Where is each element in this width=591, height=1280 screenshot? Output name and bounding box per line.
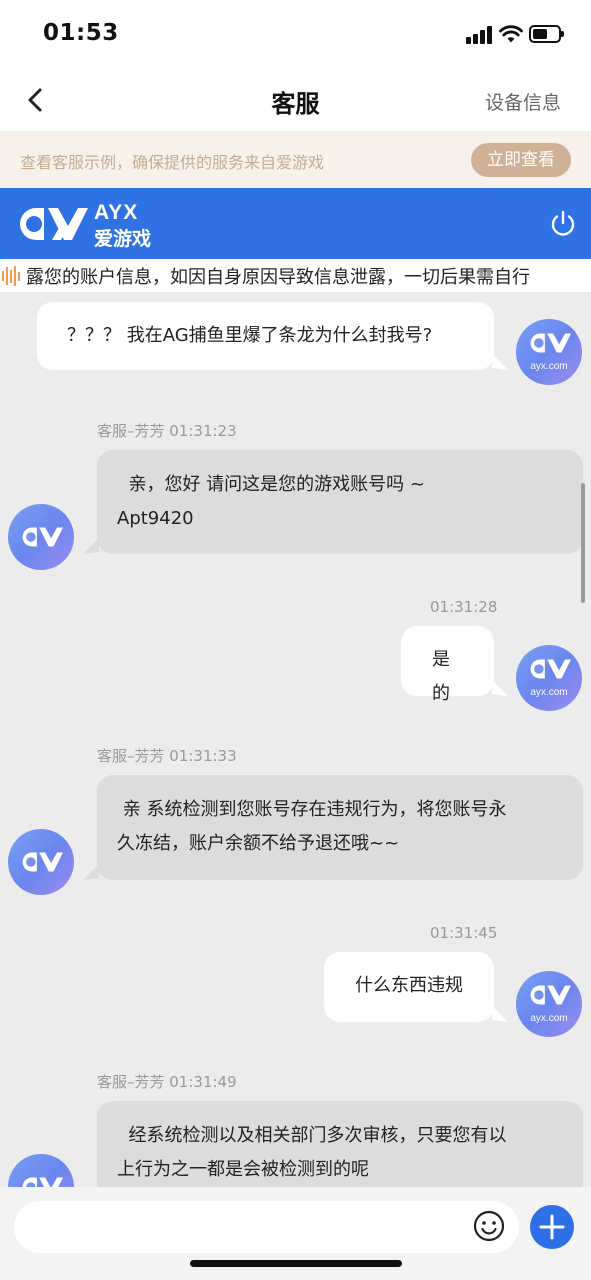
message-input[interactable] <box>14 1201 519 1253</box>
message-text: 什么东西违规 <box>355 975 463 996</box>
user-message-bubble: 是的 <box>401 626 494 704</box>
power-icon[interactable] <box>549 210 577 238</box>
ayx-logo-icon <box>530 985 571 1005</box>
brand-name-cn: 爱游戏 <box>94 228 152 250</box>
ayx-logo-icon <box>22 527 63 547</box>
ayx-logo-icon <box>20 208 88 240</box>
status-bar: 01:53 <box>0 0 591 70</box>
agent-meta: 客服–芳芳 01:31:23 <box>97 422 237 440</box>
agent-avatar[interactable] <box>8 504 74 570</box>
agent-meta: 客服–芳芳 01:31:49 <box>97 1073 237 1091</box>
notice-bar: 查看客服示例，确保提供的服务来自爱游戏 立即查看 <box>0 131 591 188</box>
bubble-tail <box>492 680 508 696</box>
battery-icon <box>529 25 564 43</box>
bubble-tail <box>83 538 99 554</box>
agent-message-bubble: 亲，您好 请问这是您的游戏账号吗 ~ Apt9420 <box>97 450 583 554</box>
wifi-icon <box>499 25 523 43</box>
cellular-signal-icon <box>466 26 494 44</box>
message-text: 经系统检测以及相关部门多次审核，只要您有以 上行为之一都是会被检测到的呢 <box>117 1125 507 1180</box>
message-text: 亲 系统检测到您账号存在违规行为，将您账号永 久冻结，账户余额不给予退还哦~~ <box>117 799 507 854</box>
ayx-logo-icon <box>22 852 63 872</box>
agent-message-bubble: 亲 系统检测到您账号存在违规行为，将您账号永 久冻结，账户余额不给予退还哦~~ <box>97 775 583 880</box>
bubble-tail <box>492 1006 508 1022</box>
user-message-bubble: ？？？ 我在AG捕鱼里爆了条龙为什么封我号? <box>37 302 494 370</box>
plus-icon <box>539 1214 565 1240</box>
user-avatar[interactable]: ayx.com <box>516 319 582 385</box>
ayx-logo-icon <box>22 1177 63 1187</box>
agent-message-bubble: 经系统检测以及相关部门多次审核，只要您有以 上行为之一都是会被检测到的呢 <box>97 1101 583 1187</box>
ayx-logo-icon <box>530 333 571 353</box>
message-time: 01:31:28 <box>430 598 498 616</box>
sound-wave-icon <box>0 266 26 286</box>
agent-meta: 客服–芳芳 01:31:33 <box>97 747 237 765</box>
user-message-bubble: 什么东西违规 <box>324 952 494 1022</box>
message-time: 01:31:45 <box>430 924 498 942</box>
nav-bar: 客服 设备信息 <box>0 70 591 131</box>
status-time: 01:53 <box>43 20 119 46</box>
avatar-caption: ayx.com <box>530 361 568 372</box>
agent-avatar[interactable] <box>8 829 74 895</box>
chat-area[interactable]: ？？？ 我在AG捕鱼里爆了条龙为什么封我号? ayx.com 客服–芳芳 01:… <box>0 292 591 1187</box>
home-indicator <box>190 1260 402 1267</box>
announcement-text: 露您的账户信息，如因自身原因导致信息泄露，一切后果需自行 <box>26 267 530 288</box>
brand-name-en: AYX <box>94 201 139 224</box>
ayx-logo-icon <box>530 659 571 679</box>
message-text: 是的 <box>432 649 450 704</box>
announcement-marquee: 露您的账户信息，如因自身原因导致信息泄露，一切后果需自行 <box>0 259 591 292</box>
avatar-caption: ayx.com <box>530 687 568 698</box>
brand-banner: AYX 爱游戏 <box>0 188 591 259</box>
user-avatar[interactable]: ayx.com <box>516 645 582 711</box>
avatar-caption: ayx.com <box>530 1013 568 1024</box>
message-text: 亲，您好 请问这是您的游戏账号吗 ~ Apt9420 <box>117 474 425 529</box>
bubble-tail <box>83 864 99 880</box>
notice-text: 查看客服示例，确保提供的服务来自爱游戏 <box>20 153 325 172</box>
device-info-link[interactable]: 设备信息 <box>485 88 561 115</box>
chat-scrollbar[interactable] <box>581 483 585 603</box>
add-attachment-button[interactable] <box>530 1205 574 1249</box>
message-text: ？？？ 我在AG捕鱼里爆了条龙为什么封我号? <box>67 325 433 346</box>
view-now-button[interactable]: 立即查看 <box>471 143 571 177</box>
user-avatar[interactable]: ayx.com <box>516 971 582 1037</box>
emoji-icon[interactable] <box>473 1210 505 1242</box>
agent-avatar[interactable] <box>8 1154 74 1187</box>
bubble-tail <box>492 354 508 370</box>
